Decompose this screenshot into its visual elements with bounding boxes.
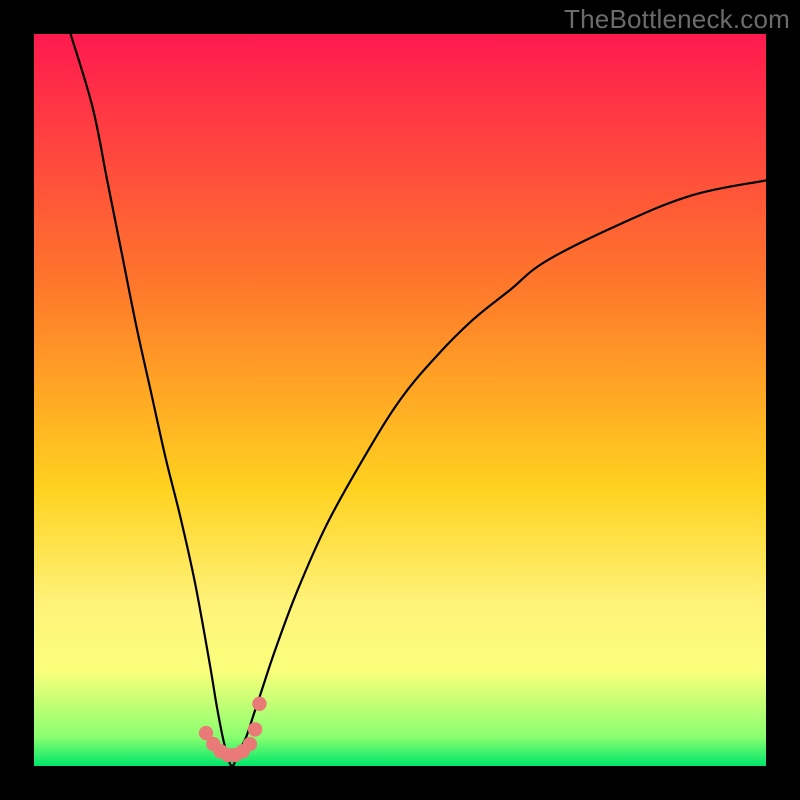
marker-point [252, 697, 266, 711]
watermark-text: TheBottleneck.com [564, 4, 790, 35]
chart-svg [34, 34, 766, 766]
marker-point [243, 737, 257, 751]
marker-point [248, 722, 262, 736]
plot-area [34, 34, 766, 766]
